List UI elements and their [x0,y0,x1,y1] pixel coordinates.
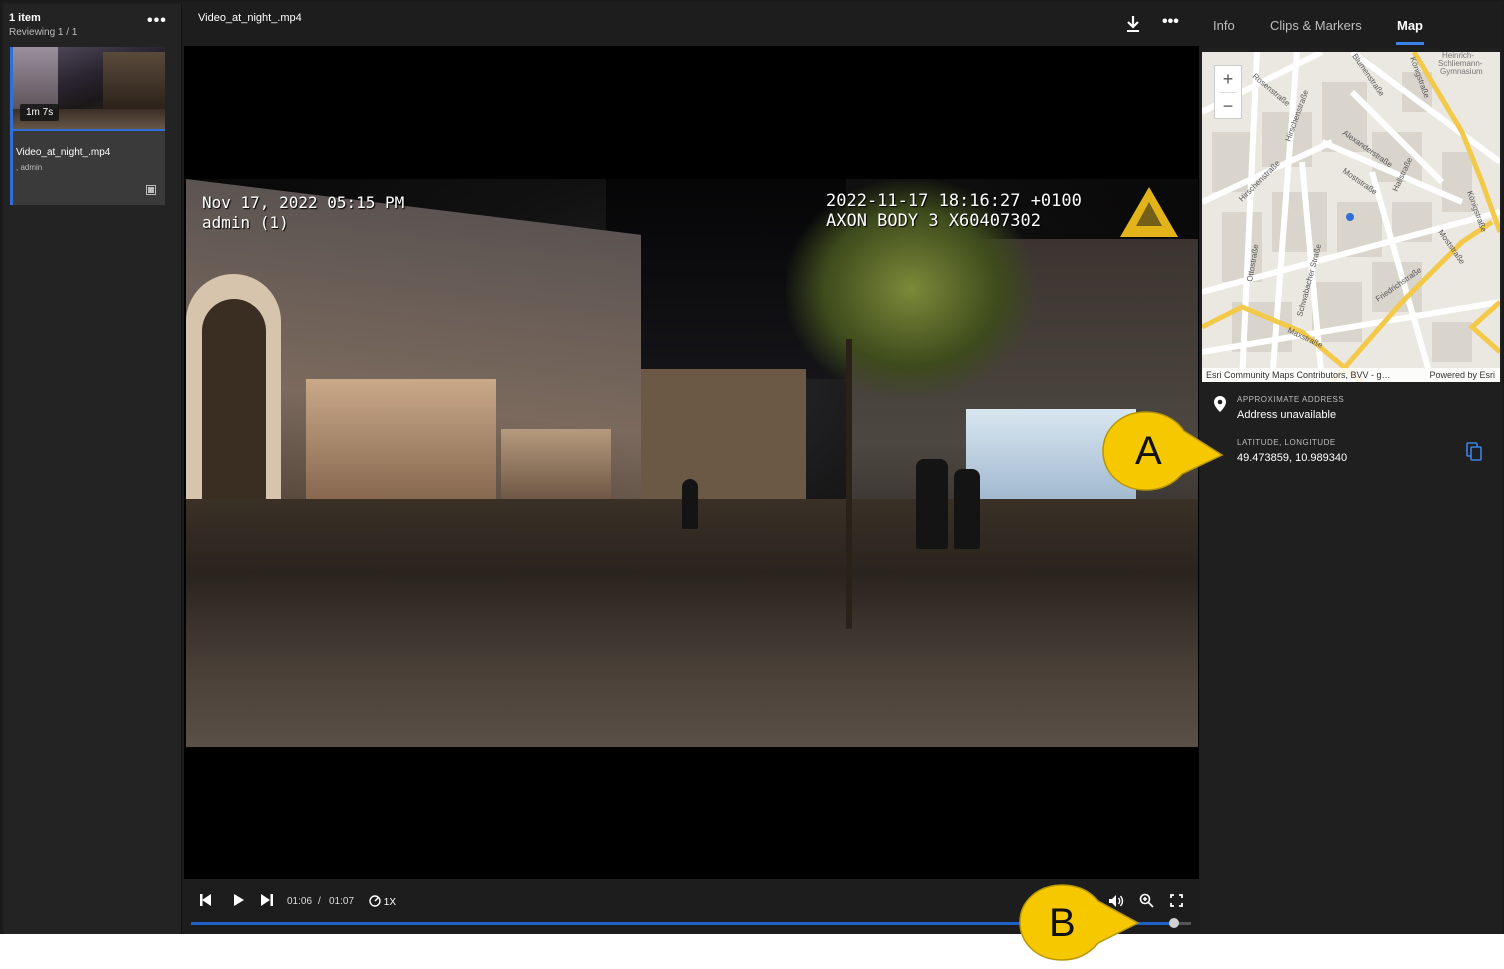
item-count: 1 item [9,12,41,24]
playback-speed-button[interactable]: 1X [369,895,396,908]
latlng-value: 49.473859, 10.989340 [1237,452,1348,464]
map-attribution: Esri Community Maps Contributors, BVV - … [1202,368,1500,382]
video-scene-person [916,459,948,549]
sidebar-header: 1 item Reviewing 1 / 1 [9,12,77,38]
powered-by-esri[interactable]: Powered by Esri [1429,370,1495,380]
skip-back-icon[interactable] [199,893,215,912]
video-scene-street [186,499,1198,747]
map-streets: Rosenstraße Hirschenstraße Alexanderstra… [1202,52,1500,382]
location-map[interactable]: Rosenstraße Hirschenstraße Alexanderstra… [1202,52,1500,382]
video-player: Video_at_night_.mp4 ••• Nov 17, 2022 05:… [184,4,1199,934]
zoom-icon[interactable] [1139,893,1154,913]
speed-icon [369,895,384,908]
video-scene-person [682,479,698,529]
tab-clips-markers[interactable]: Clips & Markers [1270,18,1362,33]
film-icon [146,185,156,198]
zoom-out-button[interactable]: − [1215,93,1241,119]
callout-b-shape [1019,884,1140,961]
skip-forward-icon[interactable] [258,893,274,912]
tab-map[interactable]: Map [1397,18,1423,33]
address-label: APPROXIMATE ADDRESS [1237,395,1345,404]
overlay-timestamp-left: Nov 17, 2022 05:15 PM admin (1) [202,193,405,232]
overlay-timestamp-right: 2022-11-17 18:16:27 +0100 AXON BODY 3 X6… [826,191,1082,231]
progress-handle[interactable] [1169,918,1179,928]
sidebar-more-button[interactable]: ••• [147,12,167,30]
speed-label: 1X [383,897,397,908]
video-scene-shop [306,379,496,519]
total-time: 01:07 [329,896,355,907]
player-more-button[interactable]: ••• [1162,13,1179,31]
thumbnail-progress [13,129,165,131]
fullscreen-icon[interactable] [1170,894,1183,912]
active-tab-indicator [1396,42,1424,45]
details-panel: Info Clips & Markers Map Rosenstraße Hir… [1200,4,1502,934]
evidence-sidebar: 1 item Reviewing 1 / 1 ••• 1m 7s Video_a… [4,4,182,934]
video-frame[interactable]: Nov 17, 2022 05:15 PM admin (1) 2022-11-… [186,179,1198,747]
play-icon[interactable] [231,893,245,912]
current-time: 01:06 [287,896,313,907]
video-scene-tree-trunk [846,339,852,629]
video-scene-person [954,469,980,549]
details-tabs: Info Clips & Markers Map [1200,4,1502,48]
reviewing-status: Reviewing 1 / 1 [9,27,78,38]
video-scene-far-building [626,369,806,499]
player-topbar: Video_at_night_.mp4 ••• [184,4,1199,46]
video-thumbnail: 1m 7s [13,47,165,131]
download-icon[interactable] [1125,15,1141,33]
duration-badge: 1m 7s [20,104,60,121]
map-attribution-text[interactable]: Esri Community Maps Contributors, BVV - … [1206,370,1391,380]
callout-a-label: A [1135,429,1162,473]
callout-b: B [1018,883,1140,963]
time-separator: / [318,896,321,907]
address-value: Address unavailable [1237,409,1337,421]
copy-icon[interactable] [1466,442,1482,466]
video-title: Video_at_night_.mp4 [198,12,302,24]
latlng-label: LATITUDE, LONGITUDE [1237,438,1336,447]
card-title: Video_at_night_.mp4 [16,147,111,158]
axon-logo-icon [1120,187,1178,237]
app-window: 1 item Reviewing 1 / 1 ••• 1m 7s Video_a… [0,0,1504,934]
svg-text:Gymnasium: Gymnasium [1440,67,1483,76]
map-zoom-controls: + − [1214,65,1242,119]
evidence-card[interactable]: 1m 7s Video_at_night_.mp4 , admin [10,47,165,205]
callout-a-shape [1102,411,1224,491]
callout-b-label: B [1049,901,1076,945]
card-subtitle: , admin [16,163,43,172]
tab-info[interactable]: Info [1213,18,1235,33]
zoom-in-button[interactable]: + [1215,66,1241,92]
video-scene-arch-inner [202,299,266,519]
callout-a: A [1100,410,1225,492]
